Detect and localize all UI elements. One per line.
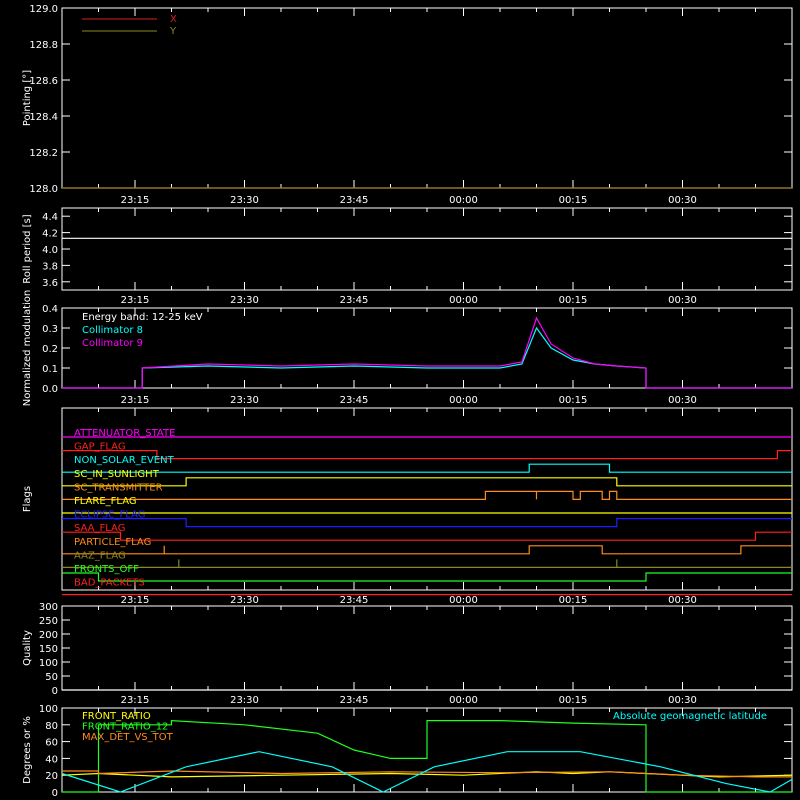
y-tick-label: 250 (39, 616, 58, 627)
x-tick-label: 23:15 (121, 395, 150, 406)
energy-band-annotation: Energy band: 12-25 keV (82, 312, 203, 323)
flag-label: PARTICLE_FLAG (74, 537, 151, 548)
panel-frame-5 (61, 605, 793, 691)
x-tick-label: 23:15 (121, 695, 150, 706)
y-tick-label: 128.2 (29, 148, 58, 159)
panel-frame-2 (61, 207, 793, 291)
y-tick-label: 128.4 (29, 112, 58, 123)
flag-label: BAD_PACKETS (74, 578, 145, 589)
y-tick-label: 0.2 (42, 344, 58, 355)
series-line-collimator-9 (62, 316, 792, 389)
geomagnetic-latitude-label: Absolute geomagnetic latitude (613, 711, 767, 722)
x-tick-label: 23:45 (340, 395, 369, 406)
x-tick-label: 00:15 (559, 195, 588, 206)
y-tick-label: 50 (45, 672, 58, 683)
flag-trace (62, 517, 792, 528)
y-tick-label: 0.3 (42, 324, 58, 335)
y-tick-label: 60 (45, 738, 58, 749)
y-axis-label: Degrees or % (22, 716, 33, 784)
legend-label: Y (169, 26, 177, 37)
x-tick-label: 23:30 (230, 195, 259, 206)
x-tick-label: 00:00 (449, 695, 478, 706)
x-tick-label: 00:15 (559, 295, 588, 306)
y-tick-label: 300 (39, 602, 58, 613)
x-tick-label: 00:30 (668, 695, 697, 706)
flag-label: SC_TRANSMITTER (74, 482, 163, 493)
flag-trace (62, 545, 792, 555)
y-tick-label: 129.0 (29, 4, 58, 15)
x-tick-label: 23:45 (340, 295, 369, 306)
x-tick-label: 00:15 (559, 395, 588, 406)
y-tick-label: 200 (39, 630, 58, 641)
x-tick-label: 00:30 (668, 595, 697, 606)
x-tick-label: 23:30 (230, 395, 259, 406)
series-line-collimator-8 (62, 326, 792, 389)
x-tick-label: 23:45 (340, 195, 369, 206)
x-tick-label: 00:00 (449, 295, 478, 306)
x-tick-label: 00:30 (668, 195, 697, 206)
flag-trace (62, 477, 792, 487)
x-tick-label: 00:15 (559, 695, 588, 706)
ancillary-data-figure: 23:15 23:30 23:45 00:00 00:15 00:30Pointing [… (0, 0, 800, 800)
x-tick-label: 00:15 (559, 595, 588, 606)
y-tick-label: 3.6 (42, 278, 58, 289)
y-tick-label: 0 (52, 788, 58, 799)
x-tick-label: 23:15 (121, 595, 150, 606)
x-tick-label: 00:30 (668, 395, 697, 406)
y-axis-label: Roll period [s] (22, 214, 33, 283)
x-tick-label: 23:30 (230, 595, 259, 606)
flag-label: FLARE_FLAG (74, 496, 137, 507)
x-tick-label: 23:15 (121, 295, 150, 306)
flag-label: SC_IN_SUNLIGHT (74, 469, 160, 480)
y-tick-label: 80 (45, 721, 58, 732)
y-axis-label: Normalized modulation (22, 290, 33, 407)
flag-trace (62, 559, 792, 569)
y-tick-label: 4.4 (42, 212, 58, 223)
flag-label: AAZ_FLAG (74, 550, 126, 561)
y-tick-label: 4.0 (42, 245, 58, 256)
y-tick-label: 40 (45, 754, 58, 765)
x-tick-label: 00:30 (668, 295, 697, 306)
y-tick-label: 128.8 (29, 40, 58, 51)
legend-label: Collimator 9 (82, 338, 143, 349)
x-tick-label: 23:30 (230, 295, 259, 306)
flag-trace (62, 572, 792, 582)
y-tick-label: 150 (39, 644, 58, 655)
x-tick-label: 00:00 (449, 395, 478, 406)
y-axis-label: Flags (22, 486, 33, 512)
y-tick-label: 0 (52, 686, 58, 697)
y-tick-label: 128.0 (29, 184, 58, 195)
y-tick-label: 100 (39, 704, 58, 715)
y-axis-label: Quality (22, 630, 33, 666)
y-tick-label: 4.2 (42, 229, 58, 240)
x-tick-label: 23:15 (121, 195, 150, 206)
legend-label: FRONT_RATIO (82, 711, 151, 722)
y-tick-label: 0.0 (42, 384, 58, 395)
y-tick-label: 0.1 (42, 364, 58, 375)
legend-label: Collimator 8 (82, 325, 143, 336)
x-tick-label: 23:45 (340, 695, 369, 706)
y-tick-label: 128.6 (29, 76, 58, 87)
y-tick-label: 100 (39, 658, 58, 669)
x-tick-label: 23:30 (230, 695, 259, 706)
legend-label: FRONT_RATIO_12 (82, 722, 168, 733)
flag-trace (62, 531, 792, 541)
x-tick-label: 00:00 (449, 195, 478, 206)
y-tick-label: 20 (45, 771, 58, 782)
flag-label: NON_SOLAR_EVENT (74, 455, 175, 466)
y-tick-label: 3.8 (42, 261, 58, 272)
legend-label: MAX_DET_VS_TOT (82, 732, 174, 743)
x-tick-label: 23:45 (340, 595, 369, 606)
flag-trace (62, 490, 792, 500)
legend-label: X (170, 14, 177, 25)
x-tick-label: 00:00 (449, 595, 478, 606)
y-tick-label: 0.4 (42, 304, 58, 315)
